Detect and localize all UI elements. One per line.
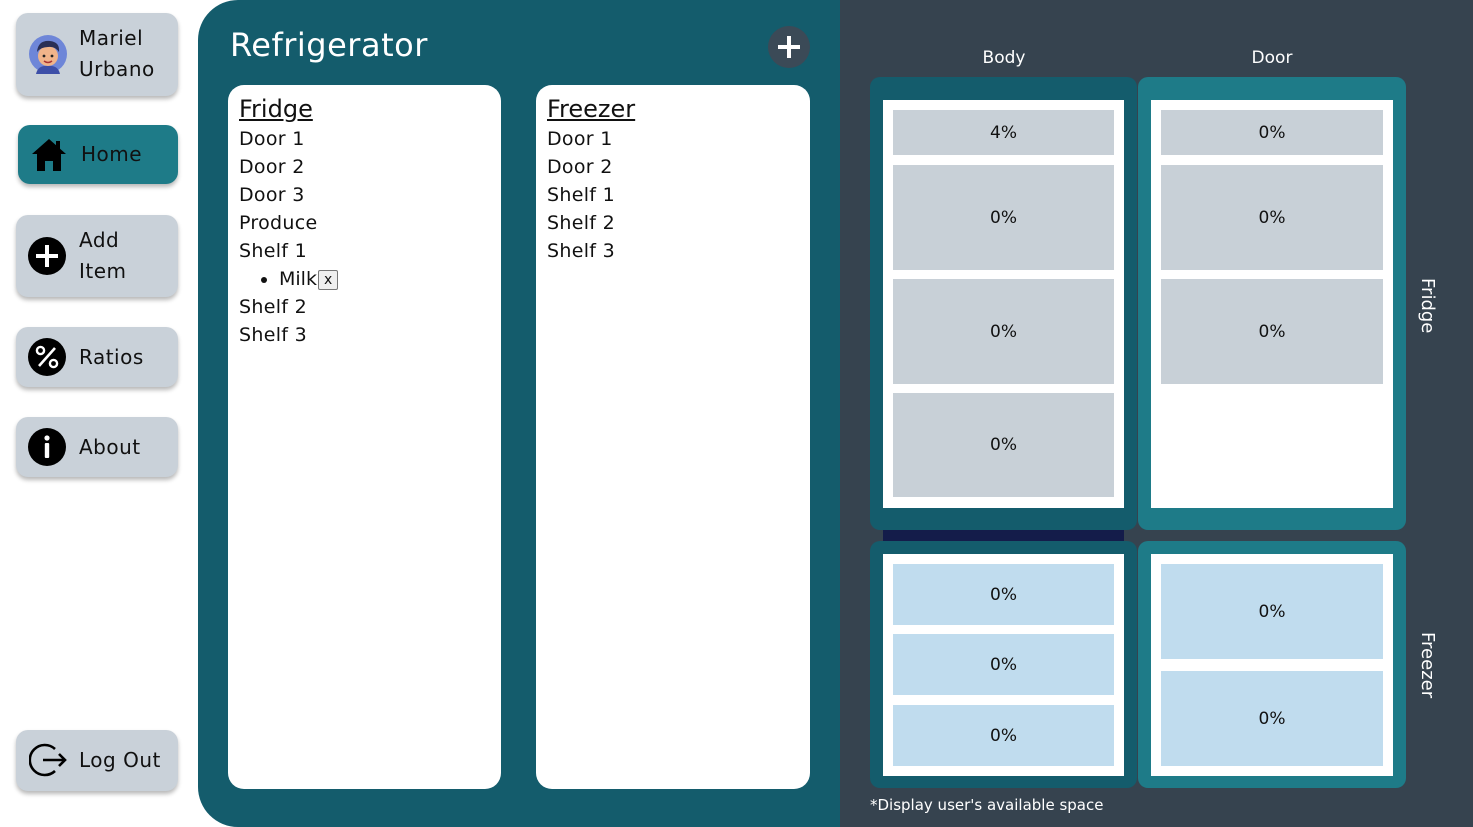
shelf-1-items: Milkx bbox=[239, 265, 490, 293]
fridge-body-cell[interactable]: 4% bbox=[893, 110, 1114, 155]
freezer-body-cell[interactable]: 0% bbox=[893, 705, 1114, 766]
nav-ratios-button[interactable]: Ratios bbox=[16, 327, 178, 387]
percent-icon bbox=[28, 338, 66, 376]
freezer-compartment[interactable]: Shelf 3 bbox=[547, 237, 799, 265]
freezer-door-cell[interactable]: 0% bbox=[1161, 564, 1383, 659]
freezer-door-cell[interactable]: 0% bbox=[1161, 671, 1383, 766]
freezer-compartment[interactable]: Shelf 1 bbox=[547, 181, 799, 209]
row-label-freezer: Freezer bbox=[1417, 632, 1438, 699]
home-icon bbox=[32, 139, 66, 171]
fridge-compartment[interactable]: Produce bbox=[239, 209, 490, 237]
footnote: *Display user's available space bbox=[870, 796, 1104, 814]
item-name: Milk bbox=[279, 268, 317, 290]
fridge-compartment-list: Door 1 Door 2 Door 3 Produce Shelf 1 Mil… bbox=[239, 125, 490, 349]
fridge-compartment[interactable]: Shelf 1 bbox=[239, 237, 490, 265]
freezer-list-card: Freezer Door 1 Door 2 Shelf 1 Shelf 2 Sh… bbox=[536, 85, 810, 789]
fridge-compartment[interactable]: Door 1 bbox=[239, 125, 490, 153]
add-item-button[interactable] bbox=[768, 26, 810, 68]
list-item: Milkx bbox=[279, 265, 490, 293]
plus-icon bbox=[778, 36, 800, 58]
fridge-body-cell[interactable]: 0% bbox=[893, 393, 1114, 497]
fridge-compartment[interactable]: Shelf 3 bbox=[239, 321, 490, 349]
fridge-body-cell[interactable]: 0% bbox=[893, 165, 1114, 270]
nav-about-button[interactable]: About bbox=[16, 417, 178, 477]
nav-about-label: About bbox=[79, 435, 141, 459]
profile-button[interactable]: Mariel Urbano bbox=[16, 13, 178, 96]
logout-label: Log Out bbox=[79, 748, 161, 772]
nav-add-label-line1: Add bbox=[79, 228, 120, 252]
freezer-compartment[interactable]: Door 1 bbox=[547, 125, 799, 153]
logout-icon bbox=[29, 743, 67, 777]
row-label-fridge: Fridge bbox=[1417, 278, 1438, 334]
nav-ratios-label: Ratios bbox=[79, 345, 144, 369]
nav-home-button[interactable]: Home bbox=[18, 125, 178, 184]
user-last-name: Urbano bbox=[79, 57, 155, 81]
column-header-body: Body bbox=[982, 48, 1026, 68]
freezer-compartment[interactable]: Shelf 2 bbox=[547, 209, 799, 237]
fridge-compartment[interactable]: Door 2 bbox=[239, 153, 490, 181]
nav-home-label: Home bbox=[81, 142, 143, 166]
freezer-body-cell[interactable]: 0% bbox=[893, 564, 1114, 625]
nav-add-label-line2: Item bbox=[79, 259, 127, 283]
freezer-list-title[interactable]: Freezer bbox=[547, 93, 635, 125]
fridge-compartment[interactable]: Door 3 bbox=[239, 181, 490, 209]
info-icon bbox=[28, 428, 66, 466]
nav-add-item-button[interactable]: Add Item bbox=[16, 215, 178, 297]
compartment-divider bbox=[883, 530, 1124, 541]
logout-button[interactable]: Log Out bbox=[16, 730, 178, 791]
remove-item-button[interactable]: x bbox=[317, 269, 339, 290]
freezer-compartment[interactable]: Door 2 bbox=[547, 153, 799, 181]
fridge-door-cell[interactable]: 0% bbox=[1161, 165, 1383, 270]
refrigerator-panel: Refrigerator Fridge Door 1 Door 2 Door 3… bbox=[198, 0, 858, 827]
user-first-name: Mariel bbox=[79, 26, 144, 50]
fridge-door-cell[interactable]: 0% bbox=[1161, 110, 1383, 155]
page-title: Refrigerator bbox=[230, 26, 428, 64]
fridge-compartment[interactable]: Shelf 2 bbox=[239, 293, 490, 321]
avatar bbox=[29, 35, 67, 74]
plus-circle-icon bbox=[28, 237, 66, 275]
freezer-body-cell[interactable]: 0% bbox=[893, 634, 1114, 695]
fridge-list-title[interactable]: Fridge bbox=[239, 93, 313, 125]
column-header-door: Door bbox=[1251, 48, 1293, 68]
fridge-list-card: Fridge Door 1 Door 2 Door 3 Produce Shel… bbox=[228, 85, 501, 789]
fridge-body-cell[interactable]: 0% bbox=[893, 279, 1114, 384]
freezer-compartment-list: Door 1 Door 2 Shelf 1 Shelf 2 Shelf 3 bbox=[547, 125, 799, 265]
fridge-door-cell[interactable]: 0% bbox=[1161, 279, 1383, 384]
